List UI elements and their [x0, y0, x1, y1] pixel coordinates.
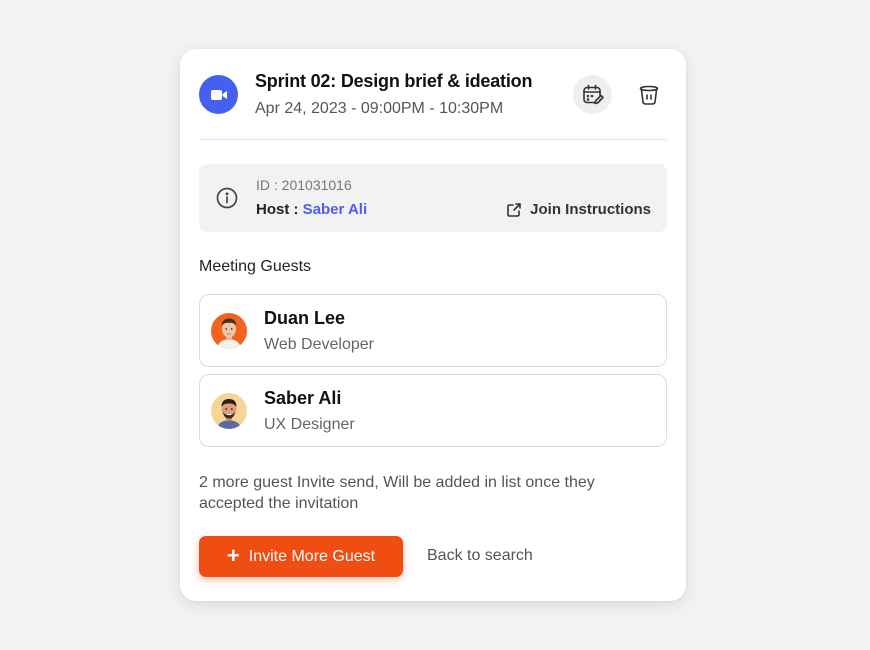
meeting-id: ID : 201031016 [256, 177, 352, 193]
invite-button-label: Invite More Guest [248, 547, 376, 565]
guest-name: Duan Lee [264, 308, 346, 328]
info-icon [216, 187, 238, 209]
host-label: Host : [256, 201, 303, 218]
plus-icon: + [226, 542, 240, 568]
meeting-card: Sprint 02: Design brief & ideation Apr 2… [180, 49, 686, 601]
join-instructions-label: Join Instructions [530, 201, 651, 218]
external-link-icon [507, 202, 521, 217]
guest-card[interactable]: Saber Ali UX Designer [199, 374, 667, 447]
guest-card[interactable]: Duan Lee Web Developer [199, 294, 667, 367]
host-name-link[interactable]: Saber Ali [303, 201, 367, 218]
avatar [211, 313, 247, 349]
meeting-datetime: Apr 24, 2023 - 09:00PM - 10:30PM [255, 100, 504, 117]
pending-invites-note: 2 more guest Invite send, Will be added … [199, 474, 595, 512]
edit-schedule-button[interactable] [573, 75, 612, 114]
meeting-title: Sprint 02: Design brief & ideation [255, 71, 533, 91]
guest-role: UX Designer [264, 416, 355, 433]
calendar-edit-icon [582, 84, 604, 104]
guest-name: Saber Ali [264, 388, 342, 408]
delete-meeting-button[interactable] [629, 75, 668, 114]
avatar [211, 393, 247, 429]
guests-section-title: Meeting Guests [199, 258, 312, 275]
video-camera-icon [199, 75, 238, 114]
guest-role: Web Developer [264, 336, 374, 353]
host-row: Host : Saber Ali [256, 201, 367, 218]
invite-more-guest-button[interactable]: + Invite More Guest [199, 536, 403, 577]
trash-icon [639, 85, 658, 105]
back-to-search-link[interactable]: Back to search [427, 547, 533, 565]
meeting-info-box: ID : 201031016 Host : Saber Ali Join Ins… [199, 164, 667, 232]
header-divider [199, 139, 667, 140]
join-instructions-link[interactable]: Join Instructions [506, 201, 651, 218]
meeting-header: Sprint 02: Design brief & ideation Apr 2… [199, 71, 667, 141]
